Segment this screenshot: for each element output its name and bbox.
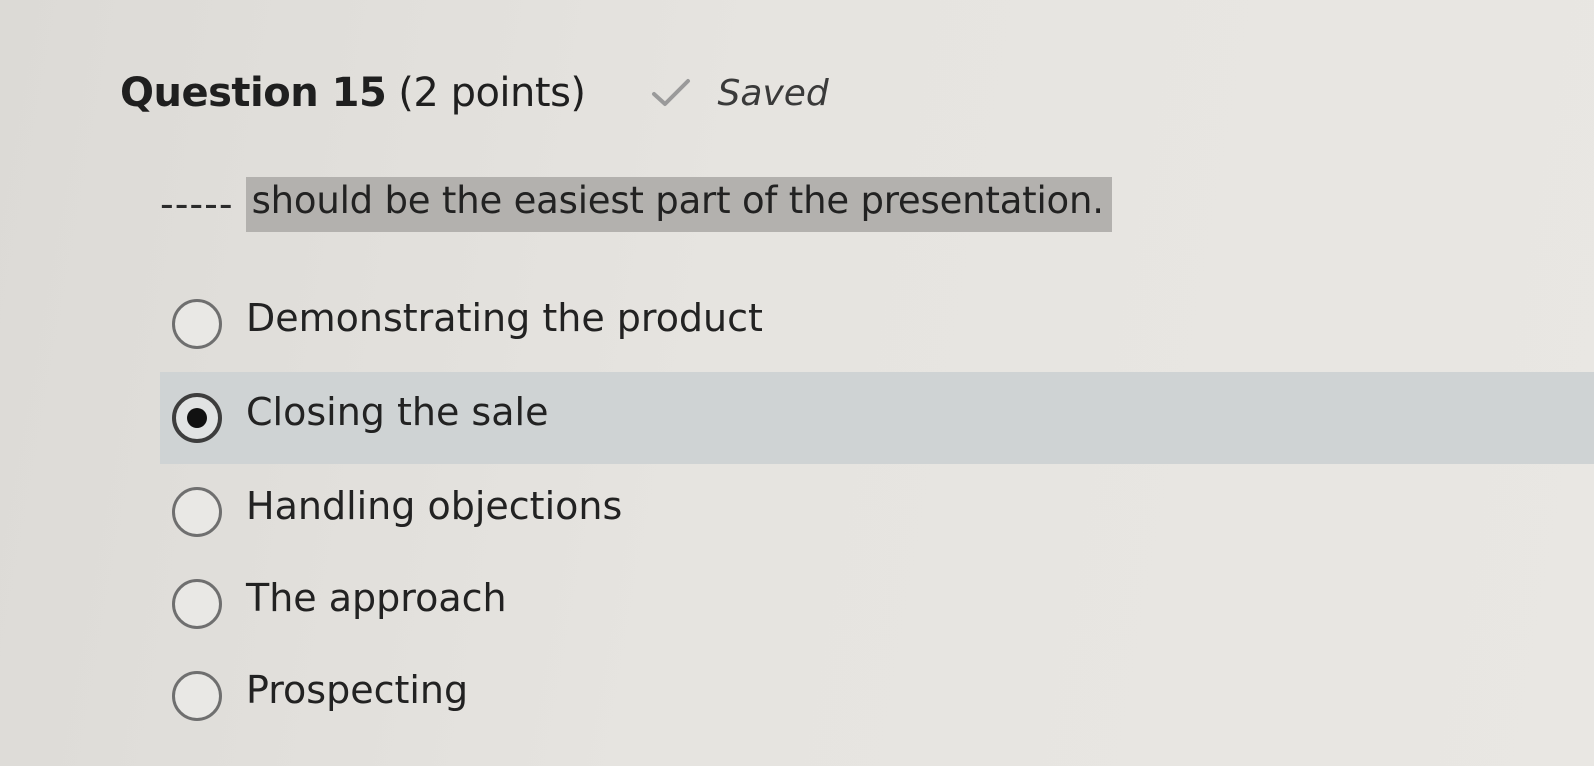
option-label[interactable]: The approach [246, 576, 507, 620]
option-label[interactable]: Handling objections [246, 484, 622, 528]
option-label[interactable]: Closing the sale [246, 390, 548, 434]
option-demonstrating-the-product[interactable]: Demonstrating the product [160, 278, 1594, 370]
radio-button[interactable] [172, 579, 222, 629]
option-closing-the-sale[interactable]: Closing the sale [160, 372, 1594, 464]
radio-button[interactable] [172, 671, 222, 721]
option-the-approach[interactable]: The approach [160, 558, 1594, 650]
question-title: Question 15 [120, 70, 387, 116]
question-text: should be the easiest part of the presen… [245, 176, 1112, 232]
radio-button[interactable] [172, 487, 222, 537]
saved-status: Saved [717, 72, 829, 114]
question-blank: ----- [160, 182, 234, 226]
question-prompt: ----- should be the easiest part of the … [160, 166, 1112, 242]
question-header: Question 15 (2 points) Saved [120, 58, 829, 128]
radio-button[interactable] [172, 299, 222, 349]
checkmark-icon [650, 78, 692, 108]
radio-button-selected[interactable] [172, 393, 222, 443]
answer-options: Demonstrating the product Closing the sa… [160, 278, 1594, 742]
option-prospecting[interactable]: Prospecting [160, 650, 1594, 742]
option-label[interactable]: Demonstrating the product [246, 296, 763, 340]
option-handling-objections[interactable]: Handling objections [160, 466, 1594, 558]
option-label[interactable]: Prospecting [246, 668, 468, 712]
question-points: (2 points) [398, 70, 586, 116]
